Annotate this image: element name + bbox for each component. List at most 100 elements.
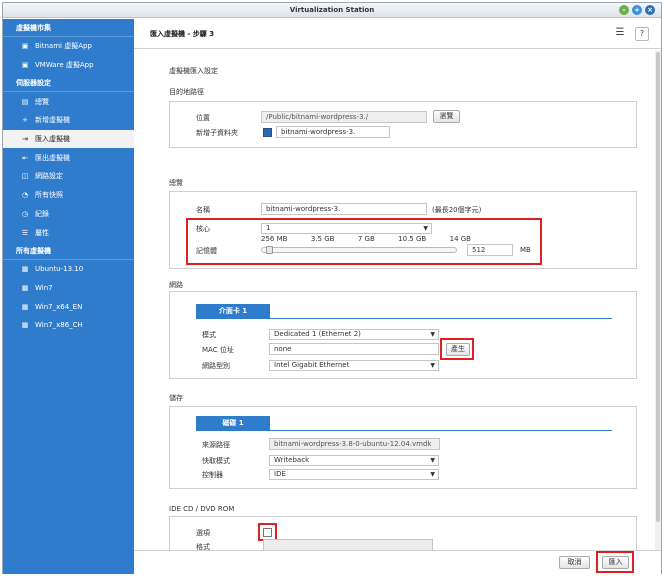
cdrom-box: 選項 格式 xyxy=(169,516,637,550)
overview-box: 名稱 bitnami-wordpress-3. (最長20個字元) 核心 1 ▼ … xyxy=(169,191,637,269)
close-icon[interactable]: × xyxy=(645,5,655,15)
cache-mode-value: Writeback xyxy=(274,456,310,464)
sidebar-item-label: 所有快照 xyxy=(35,191,63,200)
controller-value: IDE xyxy=(274,470,286,478)
cdrom-section-label: IDE CD / DVD ROM xyxy=(169,505,235,513)
sidebar-item-logs[interactable]: ◷ 紀錄 xyxy=(3,205,134,224)
help-icon[interactable]: ? xyxy=(635,27,649,41)
scrollbar[interactable] xyxy=(655,50,661,550)
sidebar-item-add-vm[interactable]: + 新增虛擬機 xyxy=(3,111,134,130)
plus-icon: + xyxy=(22,116,28,125)
snapshot-icon: ◔ xyxy=(21,191,29,200)
sidebar-item-label: 網路設定 xyxy=(35,172,63,181)
overview-icon: ▤ xyxy=(21,97,29,106)
export-icon: ⇤ xyxy=(22,153,28,162)
vm-icon: ▦ xyxy=(21,283,29,292)
cdrom-format-label: 格式 xyxy=(196,543,210,550)
vm-icon: ▦ xyxy=(21,265,29,274)
highlight-box xyxy=(440,338,474,360)
sidebar-item-label: 匯入虛擬機 xyxy=(35,135,70,144)
mac-field[interactable]: none xyxy=(269,343,439,355)
sidebar-item-label: 匯出虛擬機 xyxy=(35,153,70,162)
app-window: Virtualization Station – + × 虛擬機市集 ▣ Bitn… xyxy=(2,2,662,574)
sidebar-section-all-vms: 所有虛擬機 xyxy=(3,242,134,260)
window-title: Virtualization Station xyxy=(289,6,375,14)
sidebar-item-label: Win7 xyxy=(35,283,53,292)
chevron-down-icon: ▼ xyxy=(430,331,435,338)
chevron-down-icon: ▼ xyxy=(430,471,435,478)
name-label: 名稱 xyxy=(196,206,210,214)
source-path-field: bitnami-wordpress-3.8-0-ubuntu-12.04.vmd… xyxy=(269,438,440,450)
sidebar-section-market: 虛擬機市集 xyxy=(3,19,134,37)
new-folder-field[interactable]: bitnami-wordpress-3. xyxy=(276,126,390,138)
list-icon[interactable]: ☰ xyxy=(613,27,627,41)
main-content: 匯入虛擬機 - 步驟 3 ☰ ? 虛擬機匯入設定 目的地路徑 位置 /Publi… xyxy=(134,19,661,574)
chevron-down-icon: ▼ xyxy=(430,457,435,464)
properties-icon: ☰ xyxy=(21,228,29,237)
sidebar-item-label: Bitnami 虛擬App xyxy=(35,42,92,51)
tab-disk-1[interactable]: 磁碟 1 xyxy=(196,416,270,431)
controller-select[interactable]: IDE ▼ xyxy=(269,469,439,480)
sidebar: 虛擬機市集 ▣ Bitnami 虛擬App ▣ VMWare 虛擬App 伺服器設定… xyxy=(3,19,134,574)
sidebar-item-vm-win7-x86[interactable]: ▦ Win7_x86_CH xyxy=(3,316,134,335)
sidebar-item-label: Ubuntu-13.10 xyxy=(35,265,84,274)
cancel-button[interactable]: 取消 xyxy=(559,556,590,569)
sidebar-item-label: VMWare 虛擬App xyxy=(35,61,94,70)
content-header: 匯入虛擬機 - 步驟 3 ☰ ? xyxy=(134,19,661,49)
title-bar: Virtualization Station – + × xyxy=(3,3,661,18)
import-icon: ⇥ xyxy=(22,135,28,144)
mac-label: MAC 位址 xyxy=(202,346,234,354)
network-section-label: 網路 xyxy=(169,281,183,289)
sidebar-item-bitnami[interactable]: ▣ Bitnami 虛擬App xyxy=(3,37,134,56)
sidebar-item-label: 新增虛擬機 xyxy=(35,116,70,125)
browse-button[interactable]: 瀏覽 xyxy=(433,110,460,123)
overview-section-label: 總覽 xyxy=(169,179,183,187)
footer-bar: 取消 匯入 xyxy=(134,550,661,574)
network-icon: ◫ xyxy=(21,172,29,181)
highlight-box xyxy=(596,551,634,573)
sidebar-item-import-vm[interactable]: ⇥ 匯入虛擬機 xyxy=(3,129,134,149)
tab-adapter-1[interactable]: 介面卡 1 xyxy=(196,304,270,319)
minimize-icon[interactable]: – xyxy=(619,5,629,15)
scrollbar-thumb[interactable] xyxy=(656,52,660,522)
sidebar-item-properties[interactable]: ☰ 屬性 xyxy=(3,223,134,242)
mode-label: 模式 xyxy=(202,331,216,339)
sidebar-item-vmware[interactable]: ▣ VMWare 虛擬App xyxy=(3,56,134,75)
chevron-down-icon: ▼ xyxy=(430,362,435,369)
sidebar-item-overview[interactable]: ▤ 總覽 xyxy=(3,92,134,111)
mode-value: Dedicated 1 (Ethernet 2) xyxy=(274,330,361,338)
cache-mode-select[interactable]: Writeback ▼ xyxy=(269,455,439,466)
vm-icon: ▦ xyxy=(21,321,29,330)
sidebar-item-vm-ubuntu[interactable]: ▦ Ubuntu-13.10 xyxy=(3,260,134,279)
sidebar-item-label: Win7_x86_CH xyxy=(35,321,83,330)
mode-select[interactable]: Dedicated 1 (Ethernet 2) ▼ xyxy=(269,329,439,340)
sidebar-item-export-vm[interactable]: ⇤ 匯出虛擬機 xyxy=(3,148,134,167)
new-folder-checkbox[interactable] xyxy=(263,128,272,137)
vm-icon: ▦ xyxy=(21,302,29,311)
tab-underline xyxy=(196,318,612,319)
sidebar-item-vm-win7-x64[interactable]: ▦ Win7_x64_EN xyxy=(3,297,134,316)
vm-name-field[interactable]: bitnami-wordpress-3. xyxy=(261,203,427,215)
storage-section-label: 儲存 xyxy=(169,394,183,402)
highlight-box xyxy=(186,218,542,265)
sidebar-item-vm-win7[interactable]: ▦ Win7 xyxy=(3,279,134,298)
maximize-icon[interactable]: + xyxy=(632,5,642,15)
source-path-label: 來源路徑 xyxy=(202,441,230,449)
network-box: 介面卡 1 模式 Dedicated 1 (Ethernet 2) ▼ MAC 位… xyxy=(169,291,637,379)
cdrom-format-field xyxy=(263,539,433,550)
adapter-model-label: 網路型別 xyxy=(202,362,230,370)
sidebar-item-label: 紀錄 xyxy=(35,209,49,218)
page-title: 匯入虛擬機 - 步驟 3 xyxy=(150,30,215,38)
storage-box: 磁碟 1 來源路徑 bitnami-wordpress-3.8-0-ubuntu… xyxy=(169,406,637,489)
destination-box: 位置 /Public/bitnami-wordpress-3./ 瀏覽 新增子資… xyxy=(169,101,637,148)
sidebar-item-network[interactable]: ◫ 網路設定 xyxy=(3,167,134,186)
destination-section-label: 目的地路徑 xyxy=(169,88,204,96)
cache-mode-label: 快取模式 xyxy=(202,457,230,465)
header-tools: ☰ ? xyxy=(613,27,649,41)
cdrom-option-label: 選項 xyxy=(196,529,210,537)
sidebar-item-snapshots[interactable]: ◔ 所有快照 xyxy=(3,186,134,205)
location-field: /Public/bitnami-wordpress-3./ xyxy=(261,111,427,123)
form-title: 虛擬機匯入設定 xyxy=(169,67,218,75)
adapter-model-select[interactable]: Intel Gigabit Ethernet ▼ xyxy=(269,360,439,371)
location-label: 位置 xyxy=(196,114,210,122)
